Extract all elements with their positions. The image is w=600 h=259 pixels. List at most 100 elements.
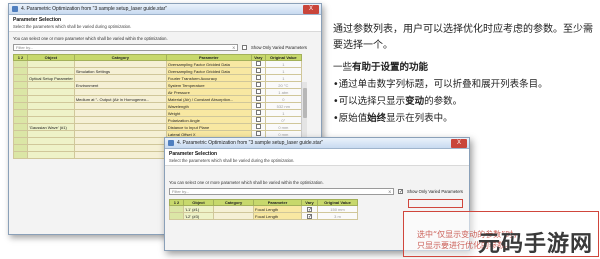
original-value-cell: 150 mm bbox=[317, 205, 358, 213]
row-number-cell bbox=[13, 151, 28, 159]
show-only-varied-checkbox[interactable] bbox=[398, 189, 403, 194]
parameter-cell: Oversampling Factor Gridded Data bbox=[165, 60, 252, 68]
scrollbar-thumb[interactable] bbox=[303, 88, 307, 118]
column-header-original-value[interactable]: Original Value bbox=[264, 54, 302, 61]
parameter-cell: Air Pressure bbox=[165, 88, 252, 96]
app-icon bbox=[168, 140, 174, 146]
vary-cell bbox=[250, 88, 266, 96]
parameter-cell: Focal Length bbox=[253, 205, 302, 213]
clear-filter-icon[interactable]: X bbox=[232, 45, 237, 50]
category-cell bbox=[73, 144, 167, 152]
watermark-logo: 元码手游网 bbox=[478, 232, 594, 257]
original-value-cell: 20 °C bbox=[264, 81, 302, 89]
close-button[interactable]: X bbox=[303, 4, 319, 14]
object-cell: 'Gaussian Wave' (#1) bbox=[27, 123, 75, 131]
vary-checkbox[interactable] bbox=[255, 75, 261, 80]
vary-checkbox[interactable] bbox=[255, 124, 261, 129]
object-cell bbox=[27, 102, 75, 110]
section-header: Parameter Selection Select the parameter… bbox=[9, 15, 321, 32]
feature-item: •通过单击数字列标题，可以折叠和展开列表条目。 bbox=[333, 79, 548, 90]
table-row[interactable]: Environment System Temperature 20 °C bbox=[13, 81, 302, 89]
vary-checkbox[interactable] bbox=[255, 96, 261, 101]
category-cell bbox=[73, 130, 167, 138]
window-title: 4. Parametric Optimization from "3 sampl… bbox=[177, 140, 324, 146]
category-cell bbox=[213, 205, 254, 213]
table-row[interactable]: Medium at "- Output (Air in Homogeneo...… bbox=[13, 95, 302, 103]
parameter-cell: Weight bbox=[165, 109, 252, 117]
show-only-varied-checkbox[interactable] bbox=[242, 45, 247, 50]
feature-item: 一些有助于设置的功能 bbox=[333, 62, 429, 73]
table-row[interactable]: Polarization Angle 0° bbox=[13, 116, 302, 124]
vary-checkbox[interactable] bbox=[255, 117, 261, 122]
category-cell bbox=[73, 123, 167, 131]
vary-checkbox[interactable] bbox=[307, 206, 312, 212]
object-cell bbox=[27, 88, 75, 96]
row-number-cell bbox=[13, 130, 28, 138]
filter-input[interactable]: Filter by... X bbox=[169, 188, 394, 195]
clear-filter-icon[interactable]: X bbox=[388, 189, 393, 194]
object-cell bbox=[27, 67, 75, 75]
original-value-cell: 1 bbox=[264, 74, 302, 82]
table-row[interactable]: Weight 1 bbox=[13, 109, 302, 117]
section-title: Parameter Selection bbox=[13, 17, 62, 23]
original-value-cell: 3 m bbox=[317, 212, 358, 220]
original-value-cell: 1 bbox=[264, 67, 302, 75]
table-row[interactable]: 'L1' (#1) Focal Length 150 mm bbox=[169, 205, 358, 213]
vary-checkbox[interactable] bbox=[255, 61, 261, 66]
vary-checkbox[interactable] bbox=[255, 82, 261, 87]
parameter-cell: Polarization Angle bbox=[165, 116, 252, 124]
row-number-cell bbox=[13, 88, 28, 96]
row-number-cell bbox=[13, 81, 28, 89]
vary-checkbox[interactable] bbox=[255, 89, 261, 94]
filter-placeholder: Filter by... bbox=[16, 45, 34, 50]
description-panel: 通过参数列表，用户可以选择优化时应考虑的参数。至少需要选择一个。 一些有助于设置… bbox=[333, 22, 595, 127]
parameter-cell: Distance to Input Plane bbox=[165, 123, 252, 131]
object-cell bbox=[27, 116, 75, 124]
description-paragraph: 通过参数列表，用户可以选择优化时应考虑的参数。至少需要选择一个。 bbox=[333, 24, 593, 51]
show-only-varied-label: Show Only Varied Parameters bbox=[407, 189, 464, 194]
title-bar: 4. Parametric Optimization from "3 sampl… bbox=[165, 138, 469, 149]
original-value-cell: 1 atm bbox=[264, 88, 302, 96]
table-row[interactable]: Optical Setup Parameter Fourier Transform… bbox=[13, 74, 302, 82]
table-row[interactable]: Air Pressure 1 atm bbox=[13, 88, 302, 96]
category-cell bbox=[73, 60, 167, 68]
section-subtitle: Select the parameters which shall be var… bbox=[13, 24, 132, 29]
parameter-cell: Material (Air) / Constant Absorption... bbox=[165, 95, 252, 103]
vary-checkbox[interactable] bbox=[255, 68, 261, 73]
original-value-cell: 532 nm bbox=[264, 102, 302, 110]
vary-checkbox[interactable] bbox=[255, 110, 261, 115]
vary-checkbox[interactable] bbox=[307, 213, 312, 219]
vary-cell bbox=[250, 116, 266, 124]
object-cell bbox=[27, 95, 75, 103]
original-value-cell: 0° bbox=[264, 116, 302, 124]
vary-cell bbox=[301, 205, 318, 213]
table-row[interactable]: 'L2' (#3) Focal Length 3 m bbox=[169, 212, 358, 220]
table-row[interactable]: 'Gaussian Wave' (#1) Distance to Input Pl… bbox=[13, 123, 302, 131]
parameter-table: 1 2 Object Category Parameter Vary Origi… bbox=[169, 199, 358, 220]
object-cell: Optical Setup Parameter bbox=[27, 74, 75, 82]
vary-cell bbox=[250, 67, 266, 75]
category-cell bbox=[73, 137, 167, 145]
title-bar: 4. Parametric Optimization from "3 sampl… bbox=[9, 4, 321, 15]
row-number-cell bbox=[13, 144, 28, 152]
table-row[interactable]: Simulation Settings Oversampling Factor G… bbox=[13, 67, 302, 75]
feature-list: 一些有助于设置的功能 •通过单击数字列标题，可以折叠和展开列表条目。 •可以选择… bbox=[333, 59, 595, 127]
original-value-cell: 1 bbox=[264, 60, 302, 68]
object-cell bbox=[27, 130, 75, 138]
category-cell bbox=[73, 88, 167, 96]
row-number-cell bbox=[13, 116, 28, 124]
filter-input[interactable]: Filter by... X bbox=[13, 44, 238, 51]
vary-checkbox[interactable] bbox=[255, 103, 261, 108]
object-cell: 'L2' (#3) bbox=[183, 212, 214, 220]
table-row[interactable]: Wavelength 532 nm bbox=[13, 102, 302, 110]
row-number-cell bbox=[13, 102, 28, 110]
app-icon bbox=[12, 6, 18, 12]
parameter-cell: Focal Length bbox=[253, 212, 302, 220]
table-row[interactable]: Oversampling Factor Gridded Data 1 bbox=[13, 60, 302, 68]
object-cell bbox=[27, 151, 75, 159]
row-number-cell bbox=[13, 74, 28, 82]
close-button[interactable]: X bbox=[451, 138, 467, 148]
row-number-cell bbox=[13, 137, 28, 145]
window-title: 4. Parametric Optimization from "3 sampl… bbox=[21, 6, 168, 12]
vary-checkbox[interactable] bbox=[255, 131, 261, 136]
